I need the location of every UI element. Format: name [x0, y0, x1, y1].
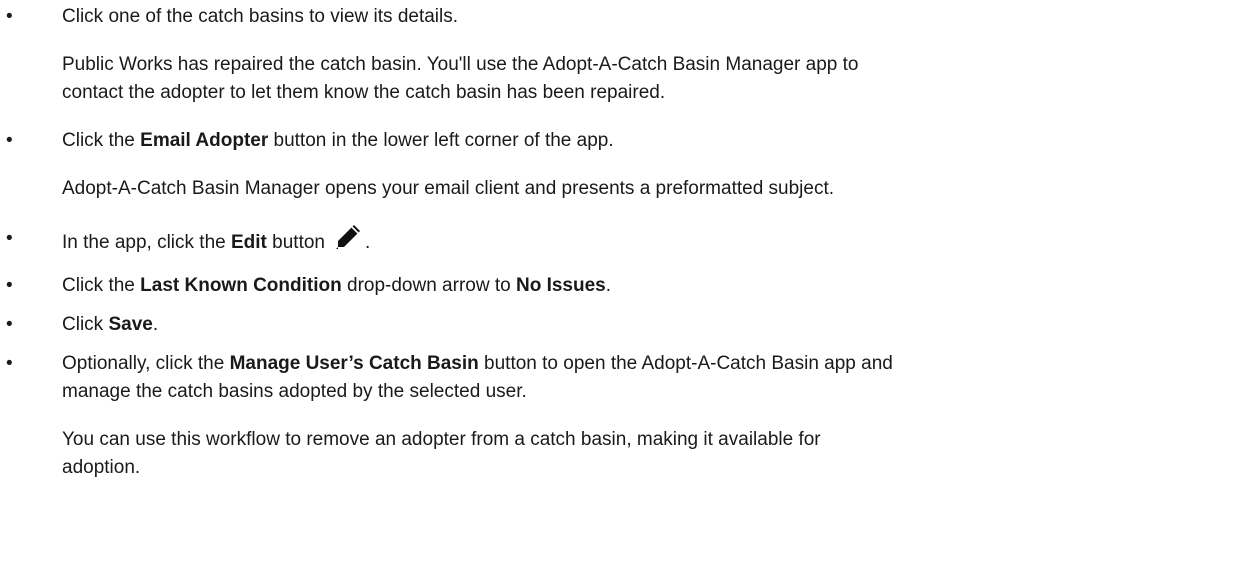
step-5-text: Click Save. [62, 312, 158, 338]
step-6-text-line-2: manage the catch basins adopted by the s… [62, 381, 527, 402]
email-adopter-label: Email Adopter [140, 130, 269, 151]
bullet: • [6, 314, 13, 335]
bullet: • [6, 130, 13, 151]
edit-label: Edit [231, 232, 267, 253]
step-1-note-line-1: Public Works has repaired the catch basi… [62, 54, 859, 75]
step-4-pre: Click the [62, 275, 141, 296]
step-3-period: . [365, 232, 371, 253]
bullet: • [6, 353, 13, 374]
step-4-text: Click the Last Known Condition drop-down… [62, 273, 611, 299]
step-6-note-line-1: You can use this workflow to remove an a… [62, 429, 821, 450]
manage-users-catch-basin-label: Manage User’s Catch Basin [229, 353, 479, 374]
step-3-text: In the app, click the Edit button. [62, 222, 370, 256]
bullet: • [6, 6, 13, 27]
step-4-mid: drop-down arrow to [341, 275, 516, 296]
step-2-text: Click the Email Adopter button in the lo… [62, 128, 614, 154]
step-3-pre: In the app, click the [62, 232, 231, 253]
step-6-pre: Optionally, click the [62, 353, 230, 374]
step-1-text: Click one of the catch basins to view it… [62, 4, 458, 30]
bullet: • [6, 228, 13, 249]
step-6-post: button to open the Adopt-A-Catch Basin a… [478, 353, 893, 374]
step-1-note-line-2: contact the adopter to let them know the… [62, 82, 666, 103]
step-1-label: Click one of the catch basins to view it… [62, 6, 459, 27]
step-3-post: button [266, 232, 325, 253]
step-2-post: button in the lower left corner of the a… [268, 130, 614, 151]
step-5-pre: Click [62, 314, 109, 335]
last-known-condition-label: Last Known Condition [140, 275, 342, 296]
save-label: Save [108, 314, 153, 335]
step-6-text-line-1: Optionally, click the Manage User’s Catc… [62, 351, 893, 377]
document-page: • Click one of the catch basins to view … [0, 0, 1241, 583]
bullet: • [6, 275, 13, 296]
no-issues-label: No Issues [515, 275, 606, 296]
step-2-pre: Click the [62, 130, 141, 151]
step-4-post: . [605, 275, 612, 296]
step-6-note-line-2: adoption. [62, 457, 141, 478]
pencil-icon [333, 222, 363, 252]
step-2-note: Adopt-A-Catch Basin Manager opens your e… [62, 178, 835, 199]
step-5-post: . [152, 314, 159, 335]
